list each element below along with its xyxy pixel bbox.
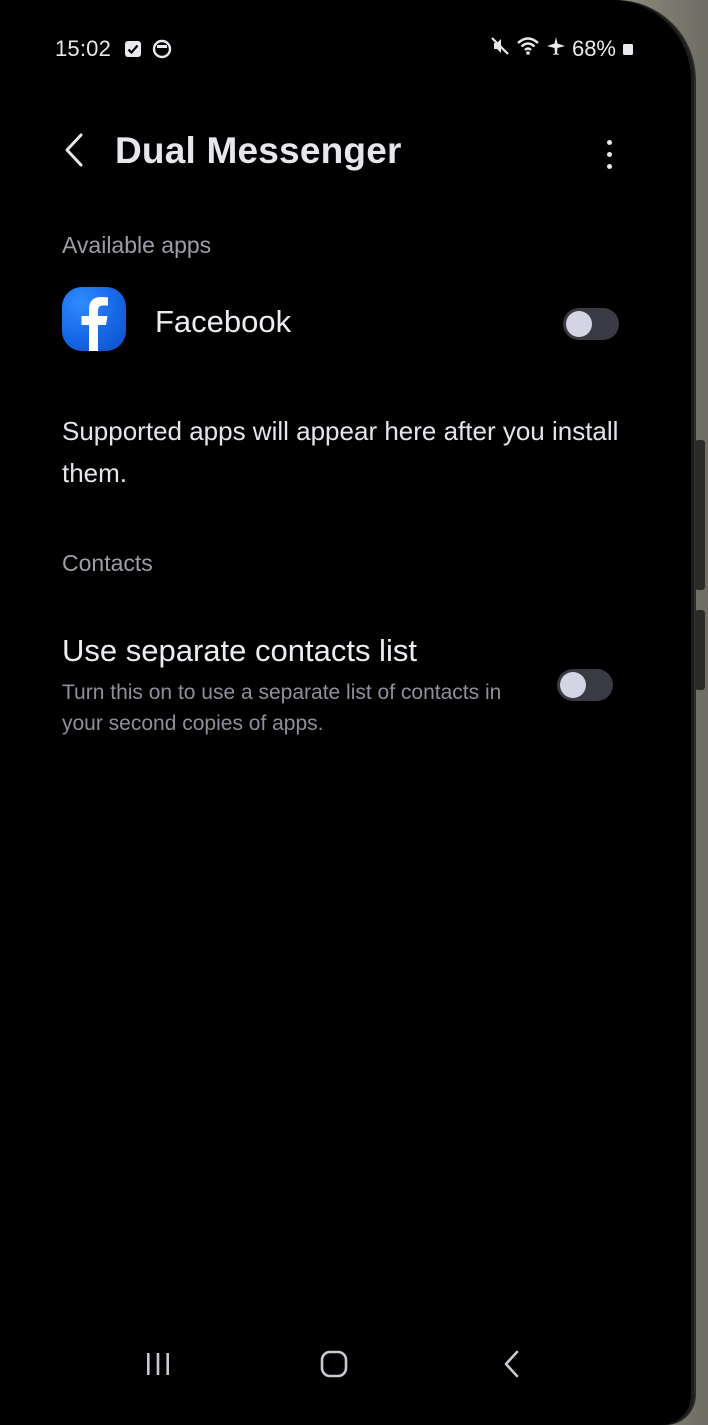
- phone-side-button: [695, 440, 705, 590]
- back-icon: [501, 1349, 521, 1384]
- battery-icon: [622, 36, 634, 62]
- more-options-button[interactable]: [592, 132, 626, 176]
- section-header-available-apps: Available apps: [62, 232, 212, 258]
- more-vertical-icon: [606, 139, 612, 145]
- phone-side-button: [695, 610, 705, 690]
- phone-screen: 15:02 68% Dual Messenger Available apps …: [0, 0, 694, 1425]
- status-bar: 15:02 68%: [0, 30, 694, 70]
- app-row-facebook[interactable]: Facebook: [40, 270, 650, 380]
- more-vertical-icon: [606, 163, 612, 169]
- more-vertical-icon: [606, 151, 612, 157]
- nav-back-button[interactable]: [481, 1338, 541, 1394]
- status-left-icons: [124, 39, 172, 64]
- recents-button[interactable]: [128, 1338, 188, 1394]
- app-bar: Dual Messenger: [0, 110, 694, 200]
- navigation-bar: [0, 1330, 694, 1400]
- mute-icon: [490, 36, 510, 62]
- circle-notification-icon: [152, 39, 172, 64]
- home-icon: [319, 1349, 349, 1384]
- toggle-knob: [560, 672, 586, 698]
- status-time: 15:02: [55, 36, 112, 61]
- wifi-icon: [516, 36, 540, 62]
- facebook-icon: [62, 287, 126, 351]
- section-header-contacts: Contacts: [62, 550, 153, 576]
- app-label: Facebook: [155, 304, 292, 339]
- battery-percentage: 68%: [571, 36, 616, 61]
- chevron-left-icon: [63, 133, 85, 172]
- back-button[interactable]: [52, 128, 96, 176]
- separate-contacts-description: Turn this on to use a separate list of c…: [62, 681, 502, 735]
- recents-icon: [144, 1351, 172, 1382]
- separate-contacts-title: Use separate contacts list: [62, 633, 417, 668]
- facebook-toggle[interactable]: [563, 308, 619, 340]
- status-right-icons: 68%: [490, 36, 634, 62]
- separate-contacts-toggle[interactable]: [557, 669, 613, 701]
- home-button[interactable]: [304, 1338, 364, 1394]
- toggle-knob: [566, 311, 592, 337]
- airplane-icon: [546, 36, 566, 62]
- checkbox-notification-icon: [124, 40, 142, 63]
- supported-apps-info: Supported apps will appear here after yo…: [62, 416, 619, 488]
- page-title: Dual Messenger: [115, 130, 402, 171]
